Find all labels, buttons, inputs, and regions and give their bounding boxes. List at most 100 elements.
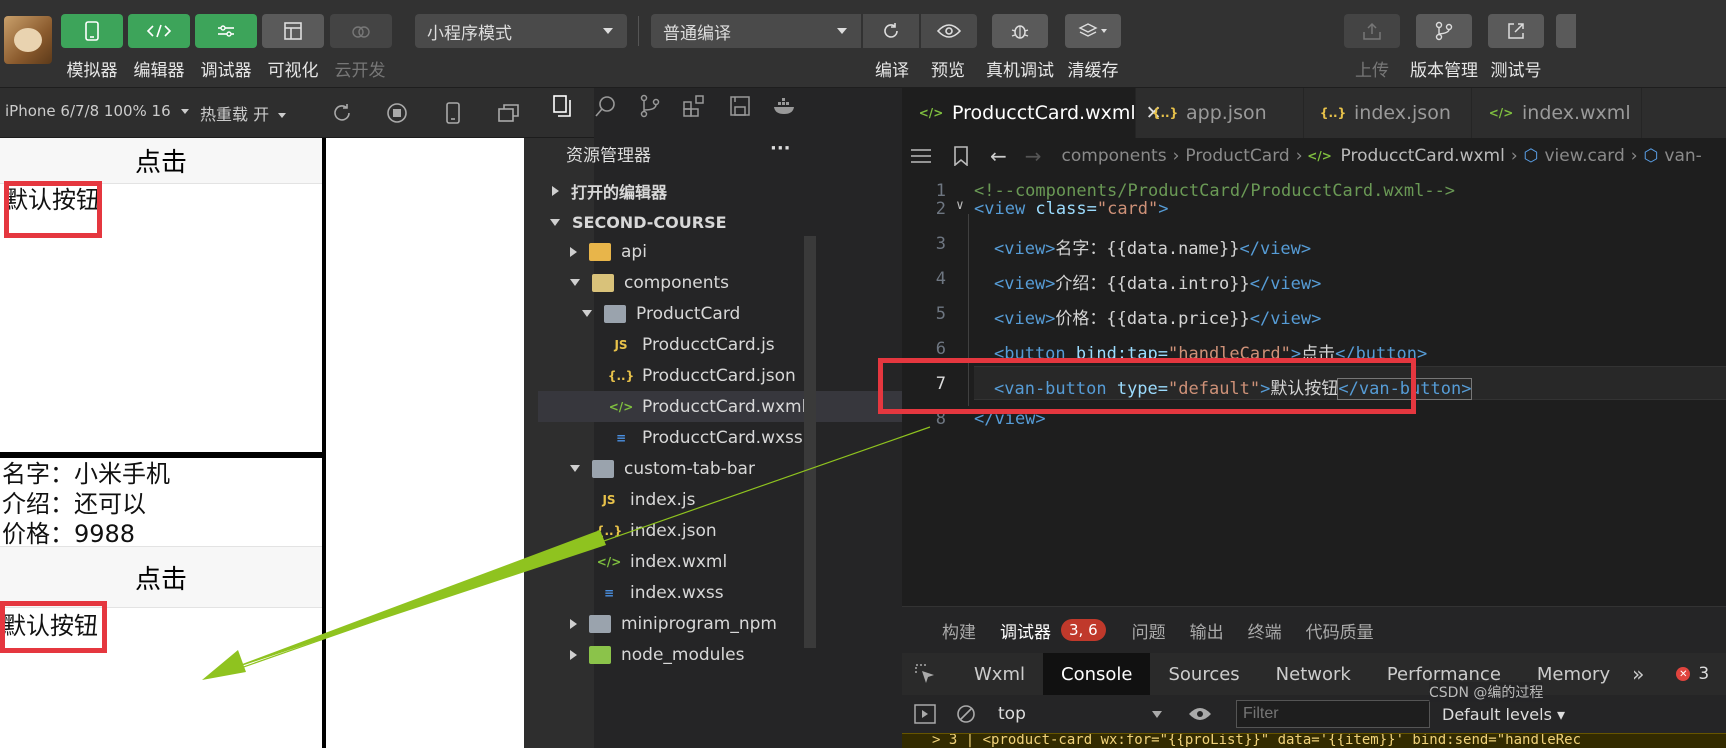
click-button[interactable]: 点击 [0,546,322,608]
highlight-box [4,181,102,238]
tree-item-custom-tab-bar[interactable]: custom-tab-bar [538,453,902,484]
compile-mode-select[interactable]: 普通编译 [651,14,861,48]
chevron-right-icon: › [1630,146,1638,166]
wxss-file-icon: ≡ [603,585,615,600]
test-account-button[interactable] [1488,14,1544,48]
line-number: 5 [935,304,946,324]
project-section[interactable]: SECOND-COURSE [538,208,902,236]
tab-wxml[interactable]: Wxml [956,653,1043,695]
simulator-toggle-button[interactable] [61,14,123,48]
editor-tabs: </> ProducctCard.wxml ✕ {..} app.json {.… [902,88,1726,138]
source-control-icon[interactable] [638,94,662,118]
version-manage-button[interactable] [1416,14,1472,48]
reload-icon[interactable] [331,102,353,124]
upload-label: 上传 [1355,61,1389,81]
tab-debugger[interactable]: 调试器 [1000,618,1051,643]
tab-code-quality[interactable]: 代码质量 [1306,618,1374,643]
tree-item-index-json[interactable]: {..} index.json [538,515,902,546]
fold-chevron-icon[interactable]: ∨ [956,198,964,213]
code-line-5: <view>价格：{{data.price}}</view> [994,304,1321,329]
tab-app-json[interactable]: {..} app.json [1136,88,1304,138]
eye-icon[interactable] [1188,706,1212,722]
hot-reload-select[interactable]: 热重载 开 [200,101,287,125]
code-line-2: <view class="card"> [974,199,1169,219]
tab-index-json[interactable]: {..} index.json [1304,88,1472,138]
preview-button[interactable] [921,14,977,48]
editor-toggle-button[interactable] [128,14,190,48]
breadcrumb-item[interactable]: ProducctCard.wxml [1341,146,1505,166]
tab-terminal[interactable]: 终端 [1248,618,1282,643]
upload-button[interactable] [1344,14,1400,48]
context-select[interactable]: top [998,704,1168,724]
docker-icon[interactable] [772,94,798,118]
multi-window-icon[interactable] [497,102,521,124]
open-editors-section[interactable]: 打开的编辑器 [538,174,902,208]
remote-debug-button[interactable] [992,14,1048,48]
simulator-panel: 点击 默认按钮 名字：小米手机 介绍：还可以 价格：9988 点击 默认按钮 [0,138,594,748]
tree-item-label: node_modules [621,644,745,665]
breadcrumb-item[interactable]: view.card [1545,146,1625,166]
visual-toggle-button[interactable] [262,14,324,48]
tree-item-js[interactable]: JS ProducctCard.js [538,329,902,360]
breadcrumb-item[interactable]: ProductCard [1185,146,1289,166]
phone-icon[interactable] [445,101,461,125]
phone-icon [85,21,99,41]
chevron-right-icon: › [1295,146,1303,166]
code-editor[interactable]: 1 2 3 4 5 6 7 8 ∨ <!--components/Product… [878,174,1726,606]
click-button[interactable]: 点击 [0,138,322,184]
more-actions-icon[interactable]: ··· [770,138,791,159]
mode-select[interactable]: 小程序模式 [415,14,627,48]
tree-item-wxml[interactable]: </> ProducctCard.wxml [538,391,902,422]
stop-icon[interactable] [386,102,408,124]
tree-item-json[interactable]: {..} ProducctCard.json [538,360,902,391]
tree-item-index-js[interactable]: JS index.js [538,484,902,515]
more-tabs-icon[interactable]: » [1632,662,1644,686]
tab-output[interactable]: 输出 [1190,618,1224,643]
chevron-right-icon [570,246,577,257]
tab-build[interactable]: 构建 [942,618,976,643]
code-tag: <view [974,199,1026,219]
compile-button[interactable] [863,14,919,48]
debugger-toggle-button[interactable] [195,14,257,48]
bookmark-icon[interactable] [954,146,968,166]
more-toolbar-button[interactable] [1556,14,1576,48]
clear-cache-button[interactable] [1065,14,1121,48]
files-icon[interactable] [550,94,574,118]
device-select[interactable]: iPhone 6/7/8 100% 16 [5,102,190,120]
user-avatar[interactable] [4,16,52,64]
tree-item-wxss[interactable]: ≡ ProducctCard.wxss [538,422,902,453]
tree-item-api[interactable]: api [538,236,902,267]
list-icon[interactable] [910,148,932,164]
clear-console-icon[interactable] [956,704,976,724]
breadcrumb-item[interactable]: components [1062,146,1167,166]
eye-icon [937,24,961,38]
cloud-dev-button[interactable] [330,14,392,48]
inspect-icon[interactable] [914,663,936,685]
tree-item-label: index.wxml [630,551,728,572]
explorer-scrollbar[interactable] [804,236,816,648]
tab-producctcard-wxml[interactable]: </> ProducctCard.wxml ✕ [902,88,1162,138]
filter-input[interactable] [1236,700,1430,728]
tree-item-components[interactable]: components [538,267,902,298]
tree-item-miniprogram-npm[interactable]: miniprogram_npm [538,608,902,639]
js-file-icon: JS [602,492,616,507]
tree-item-index-wxss[interactable]: ≡ index.wxss [538,577,902,608]
preview-label: 预览 [931,61,965,81]
tree-item-index-wxml[interactable]: </> index.wxml [538,546,902,577]
tree-item-label: index.json [630,520,717,541]
breadcrumb-item[interactable]: van- [1664,146,1701,166]
storage-icon[interactable] [728,94,752,118]
tab-sources[interactable]: Sources [1150,653,1257,695]
sidebar-toggle-icon[interactable] [914,704,936,724]
tab-network[interactable]: Network [1258,653,1369,695]
extensions-icon[interactable] [682,94,706,118]
tree-item-productcard[interactable]: ProductCard [538,298,902,329]
search-icon[interactable] [594,94,618,118]
tab-index-wxml[interactable]: </> index.wxml [1472,88,1642,138]
tab-console[interactable]: Console [1043,653,1151,695]
clear-cache-label: 清缓存 [1067,61,1119,81]
layers-icon [1078,23,1107,37]
log-levels-select[interactable]: Default levels ▾ [1442,705,1565,724]
tree-item-node-modules[interactable]: node_modules [538,639,902,670]
tab-problems[interactable]: 问题 [1132,618,1166,643]
